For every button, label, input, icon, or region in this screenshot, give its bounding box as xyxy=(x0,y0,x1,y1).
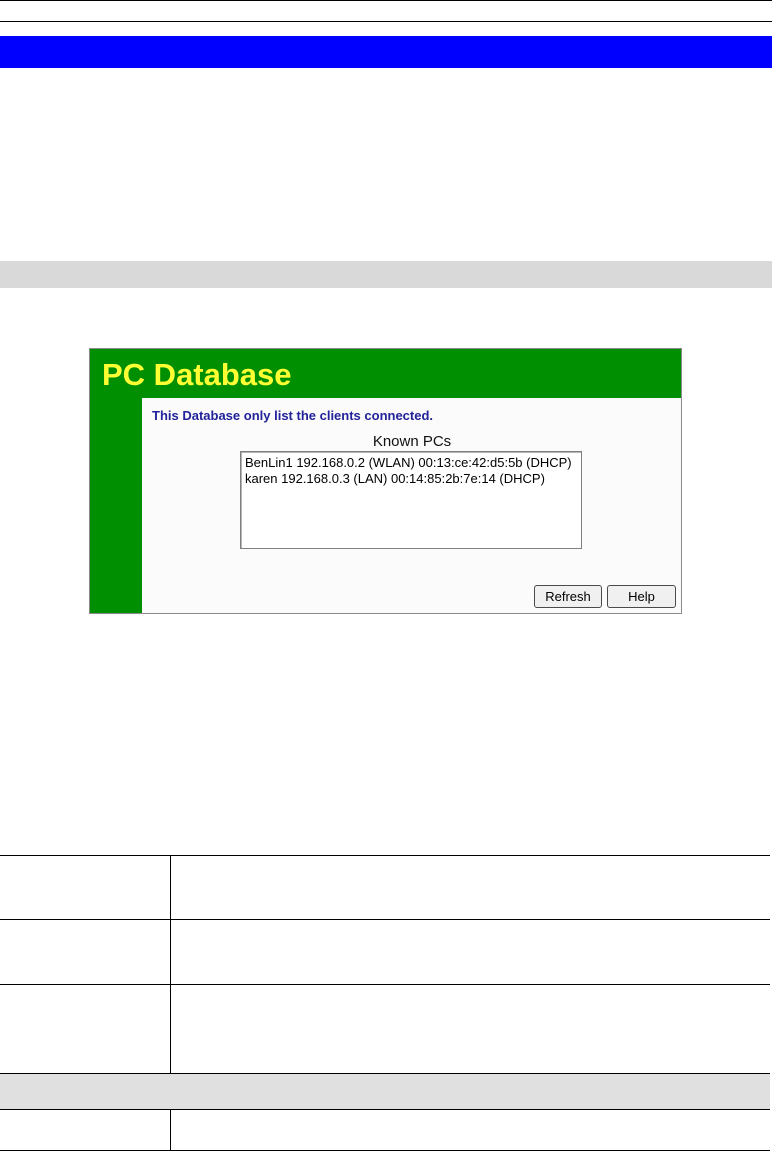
field-description-cell xyxy=(170,1109,770,1151)
field-description-cell xyxy=(170,984,770,1074)
section-heading-bar xyxy=(0,36,772,68)
list-item[interactable]: BenLin1 192.168.0.2 (WLAN) 00:13:ce:42:d… xyxy=(245,455,577,471)
field-description-table xyxy=(0,855,770,1151)
table-row xyxy=(0,919,770,985)
field-name-cell xyxy=(0,919,171,985)
table-row xyxy=(0,855,770,920)
header-top-rule xyxy=(0,0,772,1)
table-row xyxy=(0,1109,770,1151)
header-bottom-rule xyxy=(0,21,772,22)
database-note: This Database only list the clients conn… xyxy=(152,408,434,423)
subsection-heading-bar xyxy=(0,261,772,288)
help-button[interactable]: Help xyxy=(607,585,676,608)
known-pcs-label: Known PCs xyxy=(372,433,452,450)
list-item[interactable]: karen 192.168.0.3 (LAN) 00:14:85:2b:7e:1… xyxy=(245,471,577,487)
field-description-cell xyxy=(170,919,770,985)
field-name-cell xyxy=(0,855,171,920)
field-name-cell xyxy=(0,984,171,1074)
content-panel: This Database only list the clients conn… xyxy=(142,398,681,613)
table-section-cell xyxy=(0,1073,770,1110)
field-name-cell xyxy=(0,1109,171,1151)
refresh-button[interactable]: Refresh xyxy=(534,585,602,608)
table-section-row xyxy=(0,1073,770,1110)
table-row xyxy=(0,984,770,1074)
field-description-cell xyxy=(170,855,770,920)
pc-database-screen: PC Database This Database only list the … xyxy=(89,348,682,614)
screen-title: PC Database xyxy=(102,357,292,392)
known-pcs-listbox[interactable]: BenLin1 192.168.0.2 (WLAN) 00:13:ce:42:d… xyxy=(240,451,582,549)
